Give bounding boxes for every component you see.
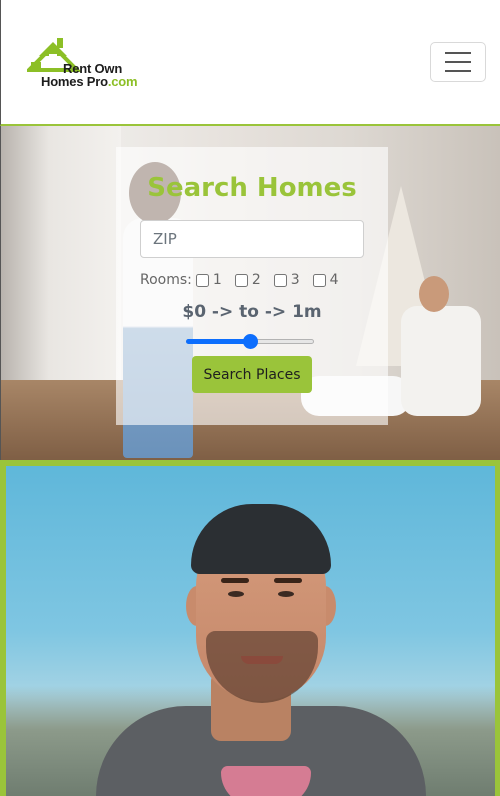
room-option-2[interactable]: 2 — [234, 272, 261, 288]
room-option-1[interactable]: 1 — [195, 272, 222, 288]
profile-photo — [6, 466, 495, 796]
zip-input[interactable] — [140, 220, 364, 258]
menu-toggle-button[interactable] — [430, 42, 486, 82]
slider-fill — [186, 339, 250, 344]
price-slider[interactable] — [186, 333, 316, 349]
site-logo[interactable]: Rent Own Homes Pro.com — [27, 36, 157, 88]
search-card: Search Homes Rooms: 1 2 3 4 $0 -> to -> … — [116, 147, 388, 425]
room-checkbox-4[interactable] — [312, 273, 326, 287]
price-range-label: $0 -> to -> 1m — [182, 302, 322, 322]
cap — [191, 504, 331, 574]
search-places-button[interactable]: Search Places — [192, 356, 312, 393]
rooms-filter: Rooms: 1 2 3 4 — [140, 271, 348, 289]
man-figure — [401, 306, 481, 416]
hero-section: Search Homes Rooms: 1 2 3 4 $0 -> to -> … — [0, 126, 500, 460]
room-option-4[interactable]: 4 — [312, 272, 339, 288]
logo-domain: .com — [107, 74, 138, 89]
hamburger-icon — [445, 52, 471, 54]
search-title: Search Homes — [147, 173, 357, 203]
shirt-logo — [221, 766, 311, 796]
room-option-3[interactable]: 3 — [273, 272, 300, 288]
site-header: Rent Own Homes Pro.com — [0, 0, 500, 126]
slider-thumb[interactable] — [243, 334, 258, 349]
room-checkbox-2[interactable] — [234, 273, 248, 287]
room-checkbox-1[interactable] — [195, 273, 209, 287]
profile-photo-frame — [0, 460, 500, 796]
room-checkbox-3[interactable] — [273, 273, 287, 287]
logo-line2: Homes Pro — [41, 74, 108, 89]
man-head — [419, 276, 449, 312]
rooms-label: Rooms: — [140, 272, 192, 288]
